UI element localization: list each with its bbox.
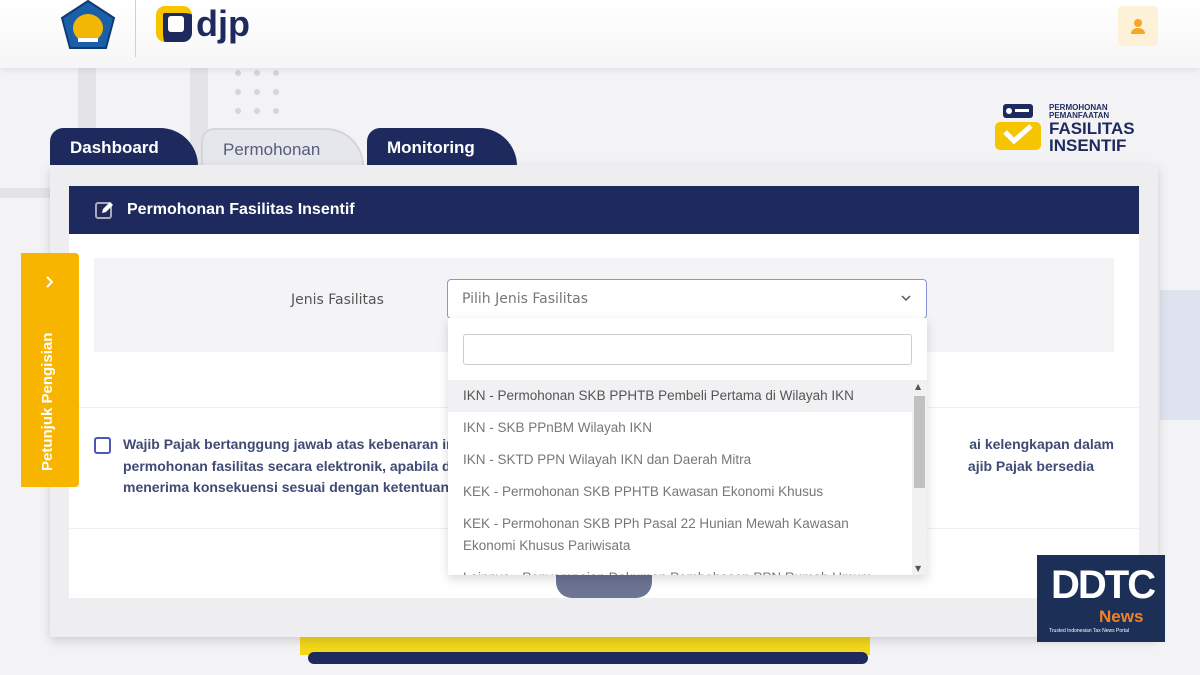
panel-header: Permohonan Fasilitas Insentif [69,186,1139,234]
dropdown-option[interactable]: IKN - Permohonan SKB PPHTB Pembeli Perta… [448,380,912,412]
bg-decor [1160,290,1200,420]
scrollbar-thumb[interactable] [914,396,925,488]
agreement-text: Wajib Pajak bertanggung jawab atas keben… [123,436,455,452]
agreement-text: permohonan fasilitas secara elektronik, … [123,457,451,474]
dropdown-option[interactable]: KEK - Permohonan SKB PPh Pasal 22 Hunian… [448,508,912,562]
user-menu-button[interactable] [1118,6,1158,46]
select-placeholder: Pilih Jenis Fasilitas [462,291,589,307]
dropdown-option[interactable]: Lainnya - Penyampaian Dokumen Pembebasan… [448,562,912,575]
agreement-text: menerima konsekuensi sesuai dengan keten… [123,479,450,495]
agreement-text: ajib Pajak bersedia [967,457,1094,474]
chevron-down-icon [901,295,911,302]
dropdown-option[interactable]: IKN - SKB PPnBM Wilayah IKN [448,412,912,444]
tab-monitoring[interactable]: Monitoring [367,128,517,166]
dropdown-search-input[interactable] [463,334,912,365]
djp-text: djp [196,3,250,44]
checklist-icon [995,104,1041,150]
bg-dots [235,70,279,114]
scroll-down-icon[interactable]: ▼ [915,564,921,573]
kemenkeu-logo [60,0,116,49]
ddtc-news-watermark: DDTC News Trusted Indonesian Tax News Po… [1037,555,1165,642]
djp-logo: djp [156,4,250,44]
bg-decor [0,188,50,198]
badge-line: FASILITAS [1049,119,1135,138]
petunjuk-pengisian-label: Petunjuk Pengisian [39,332,56,471]
bg-decor [308,652,868,664]
dropdown-option[interactable]: KEK - Permohonan SKB PPHTB Kawasan Ekono… [448,476,912,508]
agreement-checkbox[interactable] [94,437,111,454]
edit-icon [95,202,113,219]
petunjuk-pengisian-tab[interactable]: Petunjuk Pengisian [21,253,79,487]
chevron-right-icon [46,276,54,288]
jenis-fasilitas-dropdown: IKN - Permohonan SKB PPHTB Pembeli Perta… [448,318,927,575]
top-header: djp [0,0,1200,68]
djp-mark-icon [156,6,192,42]
tab-dashboard[interactable]: Dashboard [50,128,198,166]
dropdown-scrollbar[interactable]: ▲ ▼ [912,380,927,575]
user-icon [1131,19,1145,34]
badge-line: INSENTIF [1049,136,1127,155]
scroll-up-icon[interactable]: ▲ [915,382,921,391]
header-divider [135,0,136,57]
jenis-fasilitas-select[interactable]: Pilih Jenis Fasilitas [447,279,927,319]
panel-title: Permohonan Fasilitas Insentif [127,201,355,218]
dropdown-option[interactable]: IKN - SKTD PPN Wilayah IKN dan Daerah Mi… [448,444,912,476]
tab-permohonan[interactable]: Permohonan [201,128,364,166]
agreement-text: ai kelengkapan dalam [969,436,1114,452]
jenis-fasilitas-label: Jenis Fasilitas [291,292,384,308]
submit-button[interactable] [556,572,652,598]
fasilitas-insentif-badge: PERMOHONAN PEMANFAATAN FASILITAS INSENTI… [995,104,1135,154]
